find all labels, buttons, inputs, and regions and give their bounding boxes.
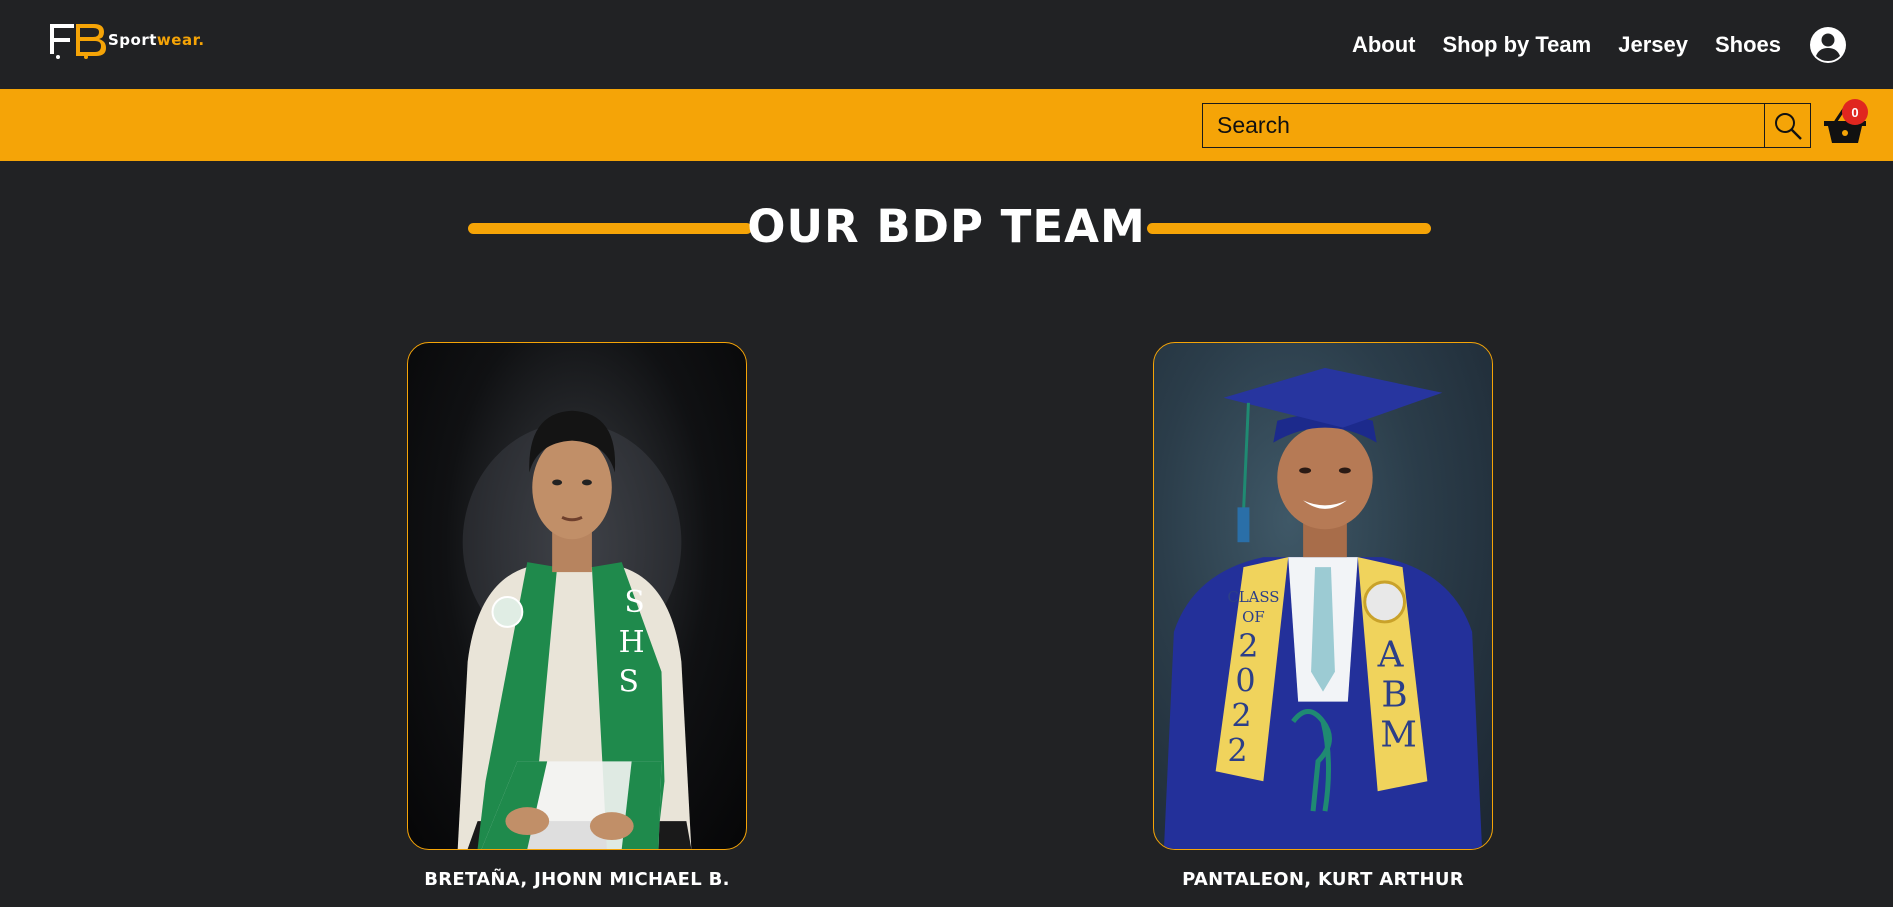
search-button[interactable]: [1764, 104, 1810, 147]
search-bar: 0: [0, 89, 1893, 161]
svg-text:M: M: [1380, 714, 1417, 755]
section-header: OUR BDP TEAM: [0, 200, 1893, 258]
member-photo: S H S: [457, 410, 692, 849]
nav-shop-by-team[interactable]: Shop by Team: [1442, 32, 1591, 58]
svg-text:2: 2: [1231, 696, 1251, 734]
cart-count-badge: 0: [1842, 99, 1868, 125]
main-nav: About Shop by Team Jersey Shoes: [1325, 0, 1893, 89]
svg-text:H: H: [619, 625, 645, 660]
search-input[interactable]: [1203, 104, 1764, 147]
member-name: BRETAÑA, JHONN MICHAEL B.: [424, 869, 730, 890]
svg-text:S: S: [624, 585, 644, 620]
svg-text:0: 0: [1235, 662, 1255, 700]
search-box: [1202, 103, 1811, 148]
top-navbar: Sportwear. About Shop by Team Jersey Sho…: [0, 0, 1893, 89]
user-circle-icon[interactable]: [1808, 25, 1848, 65]
nav-shoes[interactable]: Shoes: [1715, 32, 1781, 58]
logo-mark-icon: [50, 24, 106, 59]
svg-text:A: A: [1377, 635, 1405, 676]
cart-button[interactable]: 0: [1822, 99, 1870, 149]
member-name: PANTALEON, KURT ARTHUR: [1182, 869, 1464, 890]
svg-text:S: S: [618, 665, 638, 700]
search-icon: [1774, 112, 1802, 140]
brand-name: Sportwear.: [108, 31, 205, 49]
svg-text:2: 2: [1227, 731, 1247, 769]
nav-jersey[interactable]: Jersey: [1618, 32, 1688, 58]
svg-text:2: 2: [1238, 627, 1258, 665]
svg-text:CLASS: CLASS: [1227, 588, 1279, 606]
nav-about[interactable]: About: [1352, 32, 1416, 58]
title-divider-right: [1147, 223, 1431, 234]
svg-text:OF: OF: [1242, 608, 1265, 626]
team-member-card[interactable]: CLASS OF 2 0 2 2 A B M: [1153, 342, 1493, 850]
member-photo: CLASS OF 2 0 2 2 A B M: [1163, 367, 1483, 849]
team-member-card[interactable]: S H S: [407, 342, 747, 850]
svg-text:B: B: [1381, 675, 1407, 716]
brand-logo[interactable]: Sportwear.: [46, 20, 205, 60]
page-title: OUR BDP TEAM: [747, 200, 1146, 253]
